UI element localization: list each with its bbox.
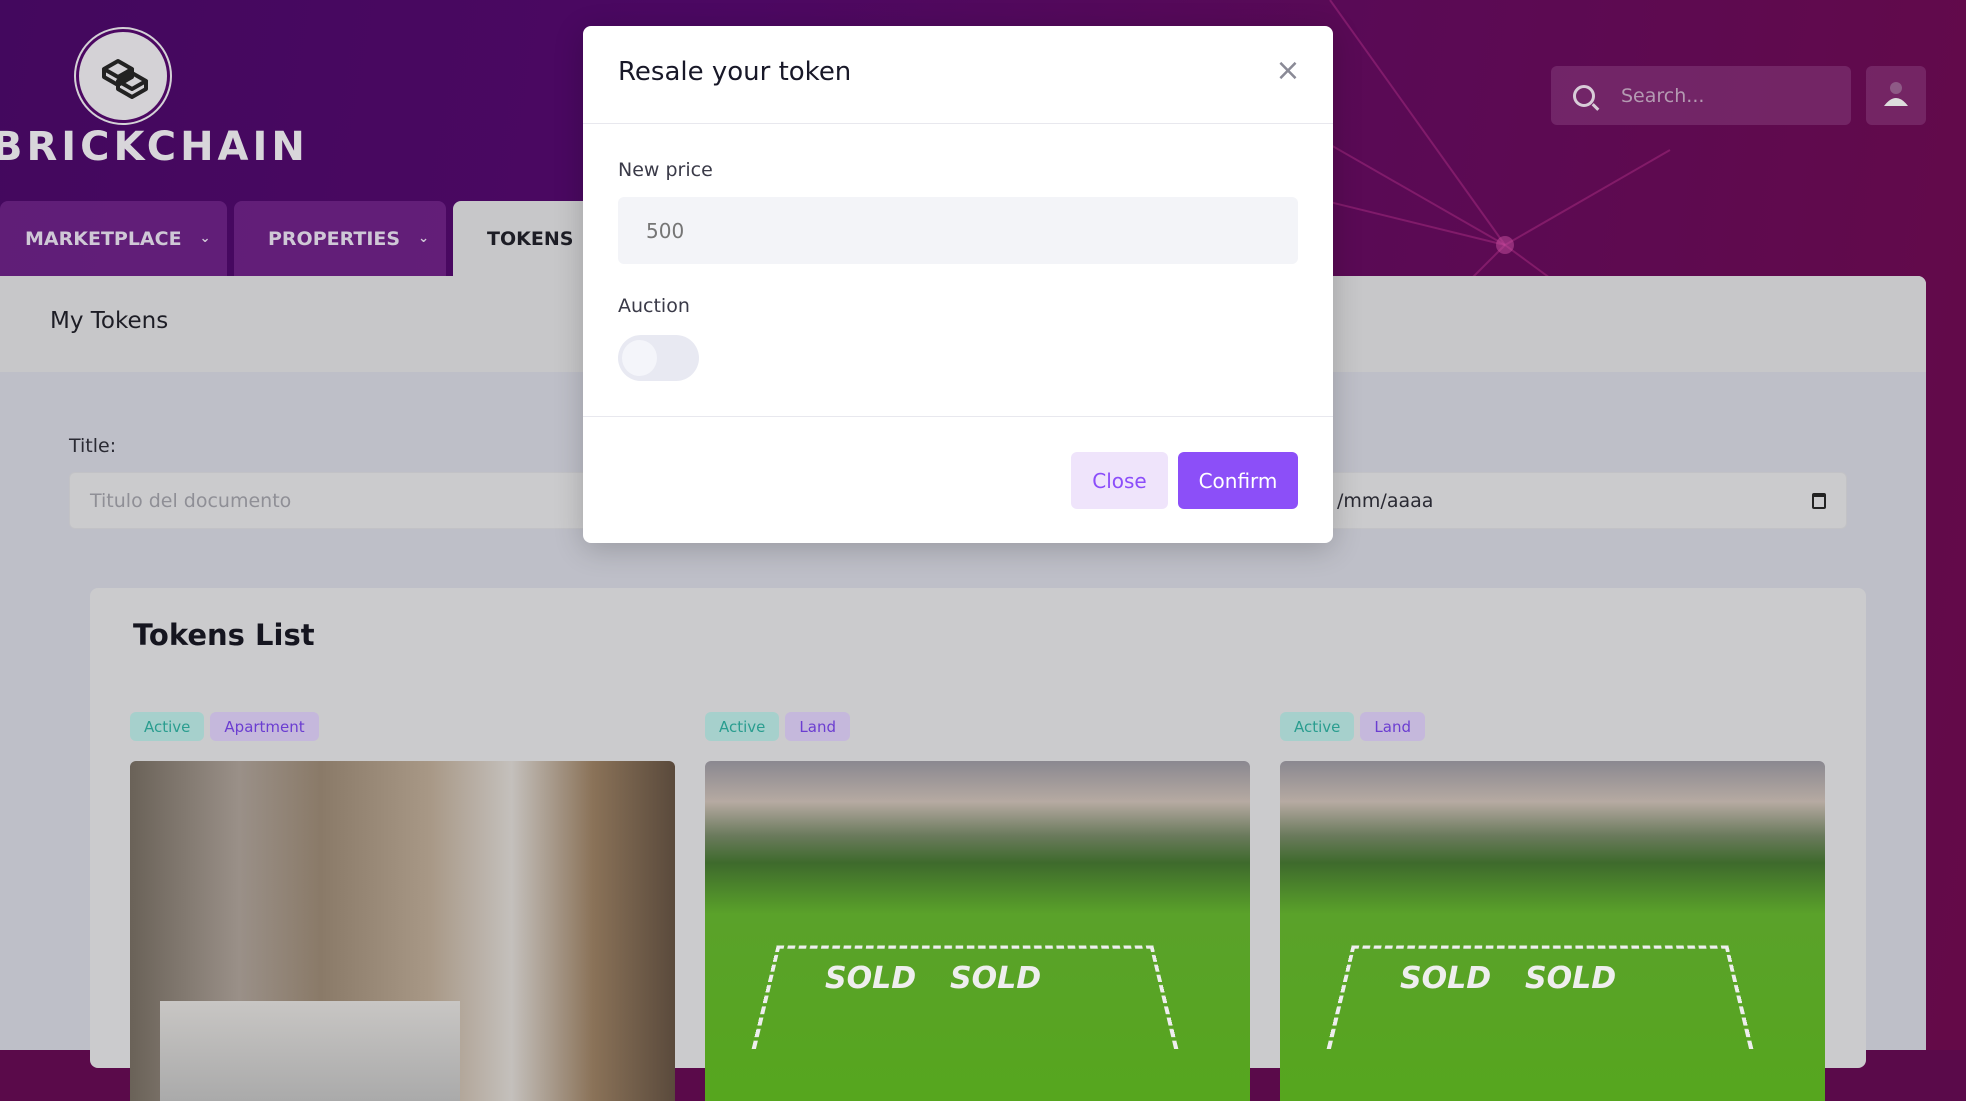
sold-text: SOLD	[825, 961, 917, 996]
chevron-down-icon: ⌄	[418, 231, 429, 246]
title-filter-placeholder: Titulo del documento	[90, 489, 292, 512]
sold-text: SOLD	[1525, 961, 1617, 996]
user-button[interactable]	[1866, 66, 1926, 125]
modal-title: Resale your token	[618, 57, 852, 87]
token-card[interactable]: Active Land SOLD SOLD	[1280, 712, 1825, 1101]
divider	[583, 416, 1333, 417]
token-image-land[interactable]: SOLD SOLD	[705, 761, 1250, 1101]
status-badge: Active	[705, 712, 780, 741]
confirm-button[interactable]: Confirm	[1178, 452, 1298, 509]
status-badge: Active	[1280, 712, 1355, 741]
token-image-bedroom[interactable]	[130, 761, 675, 1101]
resale-modal: Resale your token × New price Auction Cl…	[583, 26, 1333, 543]
price-input[interactable]	[618, 197, 1298, 264]
token-image-land[interactable]: SOLD SOLD	[1280, 761, 1825, 1101]
divider	[583, 123, 1333, 124]
user-icon	[1884, 82, 1908, 106]
status-badge: Active	[130, 712, 205, 741]
type-badge: Apartment	[210, 712, 319, 741]
tokens-list: Tokens List Active Apartment Active Land S…	[90, 588, 1866, 1101]
chevron-down-icon: ⌄	[199, 231, 211, 246]
tokens-list-title: Tokens List	[133, 618, 315, 652]
tab-marketplace[interactable]: MARKETPLACE ⌄	[0, 201, 227, 276]
close-icon[interactable]: ×	[1273, 56, 1303, 86]
page-title: My Tokens	[50, 308, 169, 334]
price-label: New price	[618, 159, 713, 181]
brand-name: BRICKCHAIN	[0, 124, 309, 170]
calendar-icon[interactable]	[1812, 492, 1826, 509]
title-filter-label: Title:	[69, 435, 117, 457]
type-badge: Land	[1360, 712, 1425, 741]
brickchain-logo-icon	[102, 59, 148, 99]
tab-label: TOKENS	[487, 227, 574, 250]
sold-text: SOLD	[950, 961, 1042, 996]
search-icon	[1573, 84, 1595, 107]
tab-properties[interactable]: PROPERTIES ⌄	[234, 201, 446, 276]
tab-label: PROPERTIES	[268, 227, 401, 250]
date-placeholder: /mm/aaaa	[1337, 489, 1434, 512]
type-badge: Land	[785, 712, 850, 741]
auction-toggle[interactable]	[618, 335, 699, 381]
search-input[interactable]: Search...	[1621, 85, 1704, 107]
sold-text: SOLD	[1400, 961, 1492, 996]
token-card[interactable]: Active Land SOLD SOLD	[705, 712, 1250, 1101]
auction-label: Auction	[618, 295, 690, 317]
token-card[interactable]: Active Apartment	[130, 712, 675, 1101]
search-box[interactable]: Search...	[1551, 66, 1851, 125]
brickchain-logo[interactable]	[76, 29, 170, 123]
tab-label: MARKETPLACE	[25, 227, 182, 250]
close-button[interactable]: Close	[1071, 452, 1168, 509]
